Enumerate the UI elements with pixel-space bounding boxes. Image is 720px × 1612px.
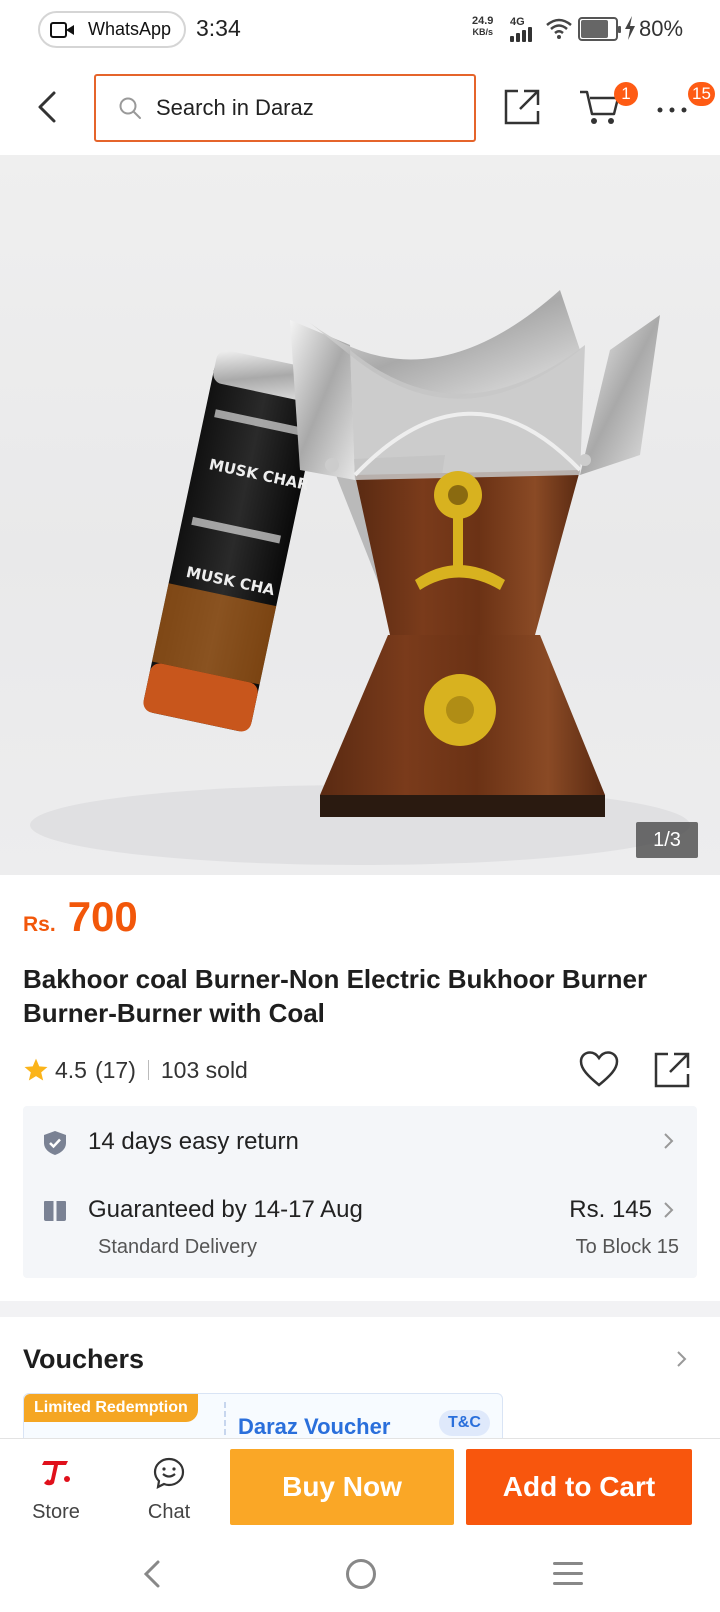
- more-options-icon[interactable]: [652, 92, 692, 122]
- price-currency: Rs.: [23, 913, 56, 936]
- store-logo-icon: [42, 1461, 70, 1486]
- shield-check-icon: [44, 1131, 66, 1155]
- product-photo: MUSK CHAR MUSK CHA: [30, 290, 690, 865]
- chat-button[interactable]: Chat: [137, 1439, 201, 1539]
- voucher-divider: [224, 1402, 226, 1443]
- whatsapp-call-pill[interactable]: WhatsApp: [38, 11, 186, 48]
- back-arrow-icon[interactable]: [30, 87, 64, 127]
- rating-value: 4.5: [55, 1056, 87, 1083]
- product-price: Rs. 700: [23, 893, 138, 941]
- voucher-card[interactable]: Limited Redemption Daraz Voucher T&C: [23, 1393, 503, 1443]
- return-policy-text: 14 days easy return: [88, 1128, 299, 1155]
- delivery-box-icon: [44, 1201, 66, 1221]
- cart-count-badge: 1: [614, 82, 638, 106]
- share-icon[interactable]: [652, 1050, 692, 1090]
- store-button[interactable]: Store: [24, 1439, 88, 1539]
- share-icon[interactable]: [502, 87, 542, 127]
- image-counter: 1/3: [636, 822, 698, 858]
- sold-count: 103 sold: [160, 1056, 248, 1083]
- network-speed-unit: KB/s: [472, 27, 493, 37]
- bottom-action-bar: Store Chat Buy Now Add to Cart: [0, 1438, 720, 1538]
- chat-icon: [153, 1457, 185, 1489]
- delivery-fee: Rs. 145: [569, 1196, 652, 1223]
- product-title: Bakhoor coal Burner-Non Electric Bukhoor…: [23, 964, 648, 1028]
- delivery-destination: To Block 15: [575, 1236, 679, 1258]
- delivery-type: Standard Delivery: [98, 1236, 257, 1258]
- divider: [147, 1060, 149, 1080]
- nav-home-icon[interactable]: [346, 1559, 376, 1589]
- video-call-icon: [50, 20, 76, 40]
- notification-count-badge: 15: [688, 82, 715, 106]
- battery-icon: [578, 17, 621, 41]
- chevron-right-icon: [664, 1133, 674, 1149]
- star-icon: [24, 1058, 48, 1081]
- section-divider: [0, 1301, 720, 1317]
- system-navigation-bar: [0, 1538, 720, 1612]
- product-image-carousel[interactable]: MUSK CHAR MUSK CHA: [0, 155, 720, 875]
- search-input[interactable]: Search in Daraz: [94, 74, 476, 142]
- battery-percent: 80%: [639, 16, 684, 41]
- price-amount: 700: [67, 893, 138, 940]
- search-placeholder: Search in Daraz: [156, 95, 314, 120]
- status-bar: WhatsApp 3:34 24.9 KB/s 4G 80%: [0, 0, 720, 60]
- chevron-right-icon[interactable]: [676, 1350, 688, 1368]
- top-header: Search in Daraz 1 15: [0, 62, 720, 154]
- signal-icon: [510, 26, 538, 42]
- delivery-estimate: Guaranteed by 14-17 Aug: [88, 1196, 363, 1223]
- charging-icon: [625, 16, 635, 40]
- nav-recents-icon[interactable]: [553, 1562, 583, 1586]
- chat-label: Chat: [147, 1501, 191, 1523]
- heart-icon[interactable]: [578, 1050, 620, 1088]
- voucher-name: Daraz Voucher: [238, 1414, 391, 1439]
- store-label: Store: [32, 1501, 80, 1523]
- add-to-cart-button[interactable]: Add to Cart: [466, 1449, 692, 1525]
- chevron-right-icon: [664, 1202, 674, 1218]
- review-count: (17): [94, 1056, 136, 1083]
- buy-now-button[interactable]: Buy Now: [230, 1449, 454, 1525]
- return-policy-row[interactable]: 14 days easy return: [23, 1106, 697, 1176]
- service-info-box: 14 days easy return Guaranteed by 14-17 …: [23, 1106, 697, 1278]
- network-speed: 24.9 KB/s: [472, 16, 493, 38]
- wifi-icon: [546, 18, 572, 39]
- vouchers-heading: Vouchers: [23, 1344, 145, 1374]
- terms-badge[interactable]: T&C: [439, 1410, 490, 1436]
- limited-redemption-tag: Limited Redemption: [24, 1394, 198, 1422]
- whatsapp-label: WhatsApp: [88, 19, 172, 39]
- rating-row[interactable]: 4.5 (17) 103 sold: [23, 1052, 248, 1088]
- nav-back-icon[interactable]: [140, 1558, 164, 1590]
- search-icon: [119, 97, 141, 119]
- network-speed-value: 24.9: [472, 15, 494, 27]
- status-time: 3:34: [196, 15, 241, 41]
